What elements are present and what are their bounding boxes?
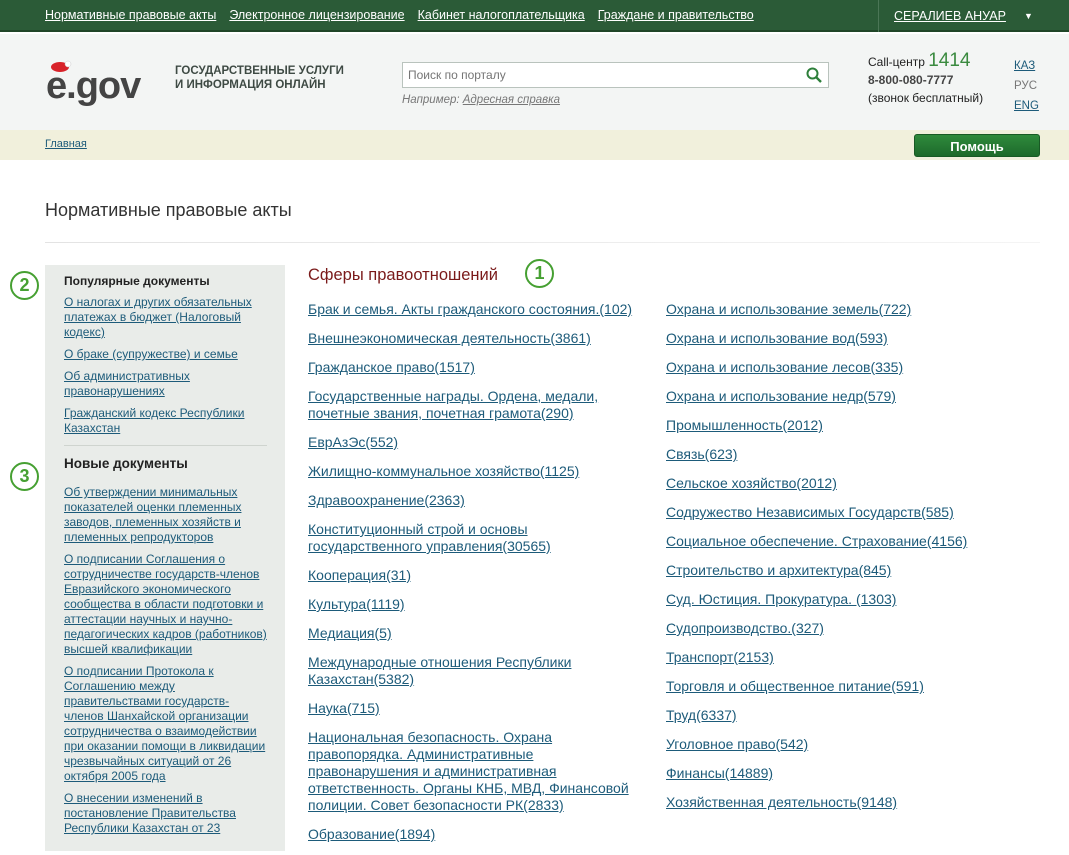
new-doc-link[interactable]: О подписании Соглашения о сотрудничестве… xyxy=(64,552,267,657)
top-link-e-licensing[interactable]: Электронное лицензирование xyxy=(229,8,404,22)
sphere-link[interactable]: Национальная безопасность. Охрана правоп… xyxy=(308,729,640,814)
divider xyxy=(45,242,1040,243)
search-example: Например: Адресная справка xyxy=(402,94,560,106)
egov-logo[interactable]: e.gov xyxy=(46,58,166,108)
callcenter-label: Call-центр xyxy=(868,55,925,69)
sphere-link[interactable]: Образование(1894) xyxy=(308,826,648,843)
sphere-link[interactable]: Промышленность(2012) xyxy=(666,417,1006,434)
sphere-link[interactable]: Связь(623) xyxy=(666,446,1006,463)
new-documents-title: Новые документы xyxy=(64,456,188,471)
popular-doc-link[interactable]: О браке (супружестве) и семье xyxy=(64,347,267,362)
sphere-link[interactable]: Охрана и использование вод(593) xyxy=(666,330,1006,347)
sphere-link[interactable]: ЕврАзЭс(552) xyxy=(308,434,648,451)
popular-doc-link[interactable]: Гражданский кодекс Республики Казахстан xyxy=(64,406,267,436)
sidebar: Популярные документы О налогах и других … xyxy=(45,265,285,851)
sphere-link[interactable]: Социальное обеспечение. Страхование(4156… xyxy=(666,533,1006,550)
page-title: Нормативные правовые акты xyxy=(45,200,292,220)
example-link-address-reference[interactable]: Адресная справка xyxy=(463,94,560,106)
sidebar-separator xyxy=(64,445,267,446)
sphere-link[interactable]: Финансы(14889) xyxy=(666,765,1006,782)
sphere-link[interactable]: Уголовное право(542) xyxy=(666,736,1006,753)
new-doc-link[interactable]: Об утверждении минимальных показателей о… xyxy=(64,485,267,545)
lang-eng[interactable]: ENG xyxy=(1014,96,1039,116)
sphere-link[interactable]: Охрана и использование земель(722) xyxy=(666,301,1006,318)
example-label: Например: xyxy=(402,94,460,106)
search-icon[interactable] xyxy=(806,67,822,83)
annotation-badge-3: 3 xyxy=(10,462,39,491)
help-button[interactable]: Помощь xyxy=(914,134,1040,157)
search-box xyxy=(402,62,829,88)
lang-kaz[interactable]: КАЗ xyxy=(1014,56,1039,76)
sphere-link[interactable]: Культура(1119) xyxy=(308,596,648,613)
breadcrumb-bar: Главная Помощь xyxy=(0,130,1069,160)
callcenter-phone: 8-800-080-7777 xyxy=(868,73,954,87)
sphere-link[interactable]: Международные отношения Республики Казах… xyxy=(308,654,598,688)
sphere-link[interactable]: Содружество Независимых Государств(585) xyxy=(666,504,1006,521)
annotation-badge-1: 1 xyxy=(525,259,554,288)
sphere-link[interactable]: Медиация(5) xyxy=(308,625,648,642)
spheres-column-2: Охрана и использование земель(722) Охран… xyxy=(666,301,1006,823)
sphere-link[interactable]: Охрана и использование лесов(335) xyxy=(666,359,1006,376)
top-link-taxpayer-cabinet[interactable]: Кабинет налогоплательщика xyxy=(418,8,585,22)
sphere-link[interactable]: Брак и семья. Акты гражданского состояни… xyxy=(308,301,648,318)
sphere-link[interactable]: Суд. Юстиция. Прокуратура. (1303) xyxy=(666,591,1006,608)
sphere-link[interactable]: Здравоохранение(2363) xyxy=(308,492,648,509)
popular-doc-link[interactable]: Об административных правонарушениях xyxy=(64,369,267,399)
site-header: e.gov ГОСУДАРСТВЕННЫЕ УСЛУГИ И ИНФОРМАЦИ… xyxy=(0,34,1069,130)
sphere-link[interactable]: Гражданское право(1517) xyxy=(308,359,648,376)
sphere-link[interactable]: Наука(715) xyxy=(308,700,648,717)
top-nav-links: Нормативные правовые акты Электронное ли… xyxy=(45,8,754,22)
sphere-link[interactable]: Транспорт(2153) xyxy=(666,649,1006,666)
legal-spheres-title: Сферы правоотношений xyxy=(308,266,498,284)
sphere-link[interactable]: Жилищно-коммунальное хозяйство(1125) xyxy=(308,463,648,480)
top-link-legal-acts[interactable]: Нормативные правовые акты xyxy=(45,8,216,22)
sphere-link[interactable]: Строительство и архитектура(845) xyxy=(666,562,1006,579)
annotation-badge-2: 2 xyxy=(10,271,39,300)
language-switcher: КАЗ РУС ENG xyxy=(1014,56,1039,116)
popular-documents-title: Популярные документы xyxy=(64,274,210,288)
site-tagline: ГОСУДАРСТВЕННЫЕ УСЛУГИ И ИНФОРМАЦИЯ ОНЛА… xyxy=(175,64,355,92)
sphere-link[interactable]: Государственные награды. Ордена, медали,… xyxy=(308,388,618,422)
tagline-line-1: ГОСУДАРСТВЕННЫЕ УСЛУГИ xyxy=(175,65,344,77)
logo-text: e.gov xyxy=(46,65,141,107)
top-link-citizens-government[interactable]: Граждане и правительство xyxy=(598,8,754,22)
popular-doc-link[interactable]: О налогах и других обязательных платежах… xyxy=(64,295,267,340)
sphere-link[interactable]: Торговля и общественное питание(591) xyxy=(666,678,1006,695)
sphere-link[interactable]: Кооперация(31) xyxy=(308,567,648,584)
new-doc-link[interactable]: О подписании Протокола к Соглашению межд… xyxy=(64,664,267,784)
spheres-column-1: Брак и семья. Акты гражданского состояни… xyxy=(308,301,648,855)
sphere-link[interactable]: Охрана и использование недр(579) xyxy=(666,388,1006,405)
sphere-link[interactable]: Сельское хозяйство(2012) xyxy=(666,475,1006,492)
sphere-link[interactable]: Хозяйственная деятельность(9148) xyxy=(666,794,1006,811)
sphere-link[interactable]: Судопроизводство.(327) xyxy=(666,620,1006,637)
call-center-info: Call-центр 1414 8-800-080-7777 (звонок б… xyxy=(868,50,984,107)
lang-rus: РУС xyxy=(1014,80,1038,92)
callcenter-phone-note: (звонок бесплатный) xyxy=(868,91,984,105)
sphere-link[interactable]: Внешнеэкономическая деятельность(3861) xyxy=(308,330,648,347)
chevron-down-icon[interactable]: ▼ xyxy=(1024,11,1033,21)
callcenter-number: 1414 xyxy=(928,50,971,71)
sphere-link[interactable]: Конституционный строй и основы государст… xyxy=(308,521,568,555)
top-nav-bar: Нормативные правовые акты Электронное ли… xyxy=(0,0,1069,32)
breadcrumb-home[interactable]: Главная xyxy=(45,138,87,150)
new-doc-link[interactable]: О внесении изменений в постановление Пра… xyxy=(64,791,267,836)
sphere-link[interactable]: Труд(6337) xyxy=(666,707,1006,724)
tagline-line-2: И ИНФОРМАЦИЯ ОНЛАЙН xyxy=(175,79,326,91)
user-menu[interactable]: СЕРАЛИЕВ АНУАР ▼ xyxy=(878,0,1033,32)
user-name[interactable]: СЕРАЛИЕВ АНУАР xyxy=(894,9,1006,23)
search-input[interactable] xyxy=(403,63,793,87)
